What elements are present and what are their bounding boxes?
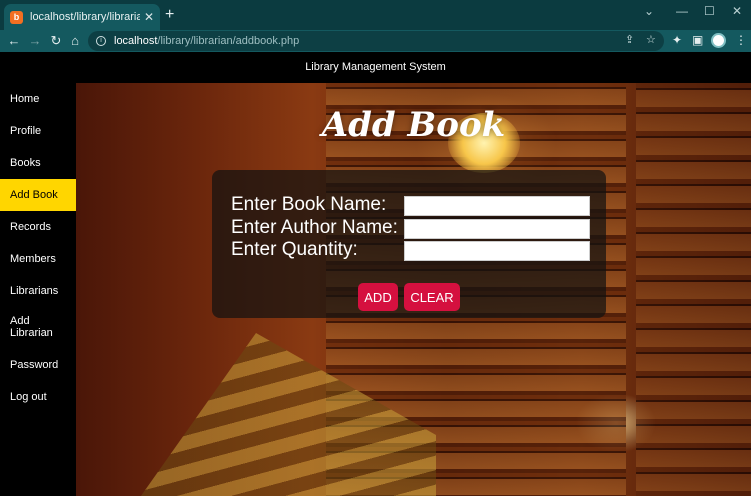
sidebar-item-label: Profile [10, 125, 42, 137]
tab-close-icon[interactable]: ✕ [144, 10, 154, 24]
favicon-icon: b [10, 10, 23, 24]
tab-search-icon[interactable]: ⌄ [644, 4, 654, 18]
browser-tab[interactable]: b localhost/library/librarian/addbo ✕ [4, 4, 160, 30]
sidebar-item-logout[interactable]: Log out [0, 381, 76, 413]
bookmark-star-icon[interactable]: ☆ [646, 33, 656, 46]
reload-icon[interactable]: ↻ [47, 32, 65, 50]
clear-button[interactable]: CLEAR [404, 283, 460, 311]
author-name-input[interactable] [404, 219, 590, 239]
quantity-row: Enter Quantity: [231, 239, 591, 261]
forward-icon[interactable]: → [26, 32, 44, 50]
book-name-input[interactable] [404, 196, 590, 216]
site-title: Library Management System [305, 61, 446, 73]
author-name-row: Enter Author Name: [231, 217, 591, 239]
sidebar-item-label: Home [10, 93, 40, 105]
menu-kebab-icon[interactable]: ⋮ [735, 33, 747, 47]
share-icon[interactable]: ⇪ [625, 33, 634, 46]
sidebar-item-records[interactable]: Records [0, 211, 76, 243]
sidebar-item-label: Log out [10, 391, 47, 403]
sidebar-item-librarians[interactable]: Librarians [0, 275, 76, 307]
sidebar-item-label: Add Book [10, 189, 58, 201]
new-tab-icon[interactable]: + [165, 7, 174, 23]
sidebar: Home Profile Books Add Book Records Memb… [0, 83, 76, 496]
sidebar-item-label: Members [10, 253, 56, 265]
main-content: Add Book Enter Book Name: Enter Author N… [76, 83, 751, 496]
extensions-icon[interactable]: ✦ [672, 33, 682, 47]
author-name-label: Enter Author Name: [231, 217, 398, 238]
book-name-label: Enter Book Name: [231, 194, 387, 215]
sidebar-item-profile[interactable]: Profile [0, 115, 76, 147]
sidebar-item-home[interactable]: Home [0, 83, 76, 115]
book-name-row: Enter Book Name: [231, 194, 591, 216]
site-info-icon[interactable]: i [96, 36, 106, 46]
url-host: localhost [114, 35, 158, 47]
site-header: Library Management System [0, 52, 751, 83]
sidebar-item-add-book[interactable]: Add Book [0, 179, 76, 211]
minimize-icon[interactable]: — [676, 4, 688, 18]
sidebar-item-add-librarian[interactable]: Add Librarian [0, 311, 60, 343]
sidebar-item-label: Password [10, 359, 59, 371]
sidebar-item-label: Books [10, 157, 41, 169]
close-window-icon[interactable]: ✕ [732, 4, 742, 18]
quantity-input[interactable] [404, 241, 590, 261]
sidebar-item-label: Librarians [10, 285, 59, 297]
sidebar-item-members[interactable]: Members [0, 243, 76, 275]
page-title: Add Book [321, 105, 506, 145]
back-icon[interactable]: ← [5, 32, 23, 50]
maximize-icon[interactable]: ☐ [704, 4, 715, 18]
sidebar-item-label: Add Librarian [10, 315, 53, 339]
profile-avatar[interactable] [711, 33, 726, 48]
address-bar[interactable]: i localhost/library/librarian/addbook.ph… [88, 31, 664, 51]
add-button[interactable]: ADD [358, 283, 398, 311]
browser-tab-strip: b localhost/library/librarian/addbo ✕ + … [0, 0, 751, 30]
home-icon[interactable]: ⌂ [66, 32, 84, 50]
tab-title: localhost/library/librarian/addbo [30, 11, 140, 23]
side-panel-icon[interactable]: ▣ [692, 33, 703, 47]
sidebar-item-books[interactable]: Books [0, 147, 76, 179]
browser-toolbar: ← → ↻ ⌂ i localhost/library/librarian/ad… [0, 30, 751, 52]
sidebar-item-label: Records [10, 221, 51, 233]
quantity-label: Enter Quantity: [231, 239, 358, 260]
sidebar-item-password[interactable]: Password [0, 349, 76, 381]
url-path: /library/librarian/addbook.php [157, 35, 300, 47]
